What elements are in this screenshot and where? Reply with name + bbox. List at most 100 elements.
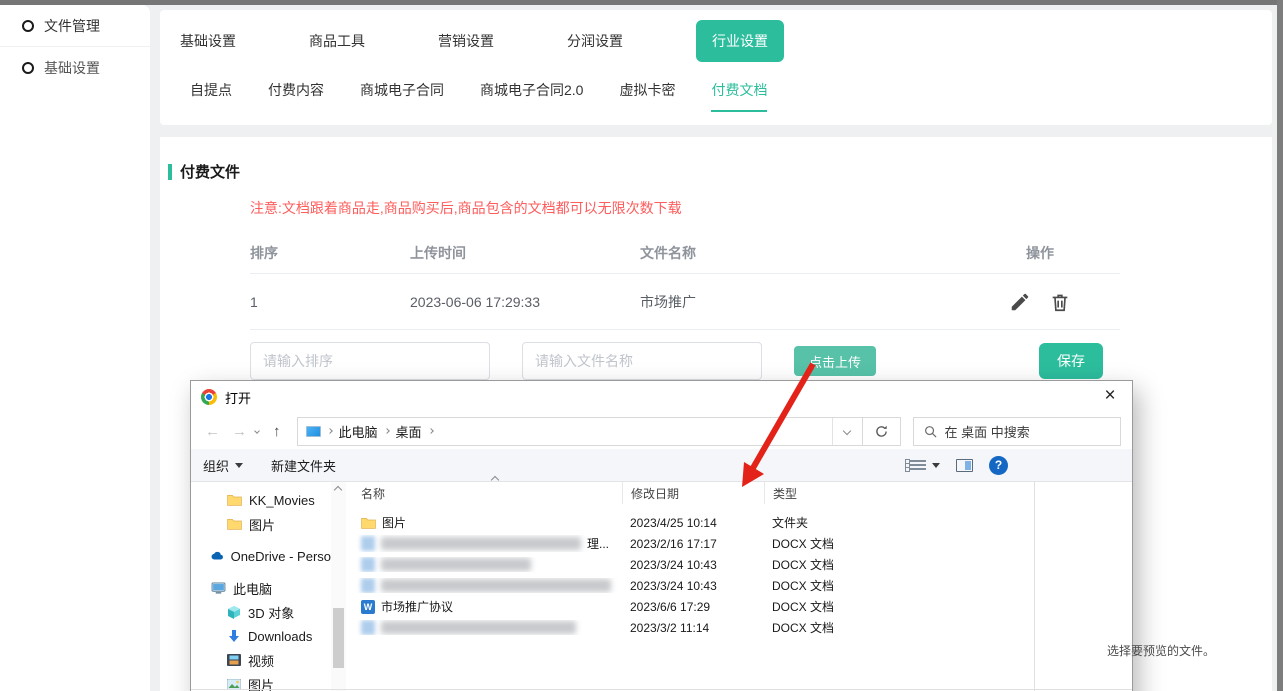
organize-label: 组织 <box>203 456 229 475</box>
primary-tabs: 基础设置 商品工具 营销设置 分润设置 行业设置 <box>160 10 1272 72</box>
tab-marketing-settings[interactable]: 营销设置 <box>438 31 494 51</box>
file-type: DOCX 文档 <box>764 556 872 573</box>
blurred-doc-icon <box>361 557 375 572</box>
file-row-redacted[interactable]: 2023/3/24 10:43 DOCX 文档 <box>352 575 881 596</box>
dialog-command-bar: 组织 新建文件夹 ? <box>191 449 1132 482</box>
col-header-type[interactable]: 类型 <box>764 482 872 504</box>
edit-icon[interactable] <box>1009 291 1031 313</box>
tab-product-tools[interactable]: 商品工具 <box>309 31 365 51</box>
tree-item-downloads[interactable]: Downloads <box>191 624 331 648</box>
file-date: 2023/2/16 17:17 <box>622 537 764 551</box>
close-icon[interactable]: × <box>1088 381 1132 411</box>
scrollbar-thumb[interactable] <box>333 608 344 668</box>
blurred-doc-icon <box>361 620 375 635</box>
new-folder-button[interactable]: 新建文件夹 <box>271 456 336 475</box>
file-date: 2023/4/25 10:14 <box>622 516 764 530</box>
sort-input[interactable] <box>250 342 490 380</box>
address-dropdown-icon[interactable] <box>832 418 862 445</box>
tabs-card: 基础设置 商品工具 营销设置 分润设置 行业设置 自提点 付费内容 商城电子合同… <box>160 10 1272 125</box>
tree-label: 此电脑 <box>233 579 272 598</box>
tab-paid-content[interactable]: 付费内容 <box>268 80 324 112</box>
file-type: DOCX 文档 <box>764 535 872 552</box>
new-folder-label: 新建文件夹 <box>271 456 336 475</box>
cell-sort: 1 <box>250 294 410 310</box>
col-header-time: 上传时间 <box>410 243 640 263</box>
file-type: 文件夹 <box>764 514 872 531</box>
breadcrumb-this-pc[interactable]: 此电脑 <box>339 422 378 441</box>
tab-mall-econtract-2[interactable]: 商城电子合同2.0 <box>480 80 583 112</box>
table-row: 1 2023-06-06 17:29:33 市场推广 <box>250 274 1120 330</box>
file-date: 2023/3/24 10:43 <box>622 558 764 572</box>
tab-profit-settings[interactable]: 分润设置 <box>567 31 623 51</box>
col-header-actions: 操作 <box>960 243 1120 263</box>
blurred-doc-icon <box>361 536 375 551</box>
file-row-redacted[interactable]: 2023/3/24 10:43 DOCX 文档 <box>352 554 881 575</box>
organize-menu[interactable]: 组织 <box>203 456 243 475</box>
file-name: 市场推广协议 <box>381 598 453 615</box>
file-date: 2023/3/2 11:14 <box>622 621 764 635</box>
tab-mall-econtract[interactable]: 商城电子合同 <box>360 80 444 112</box>
tab-basic-settings[interactable]: 基础设置 <box>180 31 236 51</box>
chevron-down-icon[interactable] <box>254 428 260 434</box>
dialog-body: KK_Movies 图片 OneDrive - Perso 此电脑 <box>191 482 1132 691</box>
preview-pane-icon[interactable] <box>956 459 973 472</box>
file-type: DOCX 文档 <box>764 619 872 636</box>
sidebar-item-file-management[interactable]: 文件管理 <box>0 5 150 47</box>
file-list-header: 名称 修改日期 类型 <box>352 482 881 504</box>
sidebar-item-basic-settings[interactable]: 基础设置 <box>0 47 150 89</box>
delete-icon[interactable] <box>1049 291 1071 313</box>
tree-item-videos[interactable]: 视频 <box>191 648 331 672</box>
cell-file-name: 市场推广 <box>640 292 960 312</box>
onedrive-icon <box>211 551 224 561</box>
sidebar-item-label: 文件管理 <box>44 16 100 36</box>
tree-scrollbar[interactable] <box>331 482 346 691</box>
tab-pickup-point[interactable]: 自提点 <box>190 80 232 112</box>
cell-upload-time: 2023-06-06 17:29:33 <box>410 294 640 310</box>
file-row-pictures[interactable]: 图片 2023/4/25 10:14 文件夹 <box>352 512 881 533</box>
search-box[interactable]: 在 桌面 中搜索 <box>913 417 1121 446</box>
col-header-date[interactable]: 修改日期 <box>622 482 764 504</box>
breadcrumb-desktop[interactable]: 桌面 <box>396 422 422 441</box>
address-bar-group: 此电脑 桌面 <box>297 417 901 446</box>
tree-item-3d-objects[interactable]: 3D 对象 <box>191 600 331 624</box>
videos-icon <box>227 654 241 666</box>
tree-item-this-pc[interactable]: 此电脑 <box>191 576 331 600</box>
word-doc-icon: W <box>361 600 375 614</box>
scroll-up-icon[interactable] <box>334 486 342 494</box>
tab-paid-docs[interactable]: 付费文档 <box>711 80 767 112</box>
file-row-market-agreement[interactable]: W 市场推广协议 2023/6/6 17:29 DOCX 文档 <box>352 596 881 617</box>
section-title-text: 付费文件 <box>180 161 240 182</box>
paid-files-table: 排序 上传时间 文件名称 操作 1 2023-06-06 17:29:33 市场… <box>250 232 1120 330</box>
tree-item-onedrive[interactable]: OneDrive - Perso <box>191 544 331 568</box>
file-row-redacted[interactable]: 2023/3/2 11:14 DOCX 文档 <box>352 617 881 638</box>
col-header-name[interactable]: 名称 <box>352 485 622 502</box>
address-bar[interactable]: 此电脑 桌面 <box>297 417 863 446</box>
back-arrow-icon[interactable]: ← <box>201 423 224 440</box>
upload-button[interactable]: 点击上传 <box>794 346 876 376</box>
tree-item-kk-movies[interactable]: KK_Movies <box>191 488 331 512</box>
folder-icon <box>227 518 242 530</box>
up-arrow-icon[interactable]: ↑ <box>269 423 285 440</box>
save-button[interactable]: 保存 <box>1039 343 1103 379</box>
tab-virtual-card[interactable]: 虚拟卡密 <box>619 80 675 112</box>
table-header-row: 排序 上传时间 文件名称 操作 <box>250 232 1120 274</box>
refresh-icon[interactable] <box>863 417 901 446</box>
list-view-icon[interactable] <box>910 460 940 470</box>
help-icon[interactable]: ? <box>989 456 1008 475</box>
dialog-title-bar[interactable]: 打开 × <box>191 381 1132 413</box>
search-placeholder: 在 桌面 中搜索 <box>945 422 1030 441</box>
file-rows: 图片 2023/4/25 10:14 文件夹 理... 2023/2/16 17… <box>352 504 881 638</box>
circle-icon <box>22 20 34 32</box>
file-open-dialog: 打开 × ← → ↑ 此电脑 桌面 <box>190 380 1133 691</box>
file-row-redacted[interactable]: 理... 2023/2/16 17:17 DOCX 文档 <box>352 533 881 554</box>
col-header-sort: 排序 <box>250 243 410 263</box>
tab-industry-settings[interactable]: 行业设置 <box>696 20 784 62</box>
cell-actions <box>960 291 1120 313</box>
dialog-footer-divider <box>191 689 1132 690</box>
file-name: 图片 <box>382 514 406 531</box>
section-title: 付费文件 <box>168 161 1272 182</box>
file-name-input[interactable] <box>522 342 762 380</box>
forward-arrow-icon[interactable]: → <box>228 423 251 440</box>
tree-item-pictures-folder[interactable]: 图片 <box>191 512 331 536</box>
file-date: 2023/3/24 10:43 <box>622 579 764 593</box>
